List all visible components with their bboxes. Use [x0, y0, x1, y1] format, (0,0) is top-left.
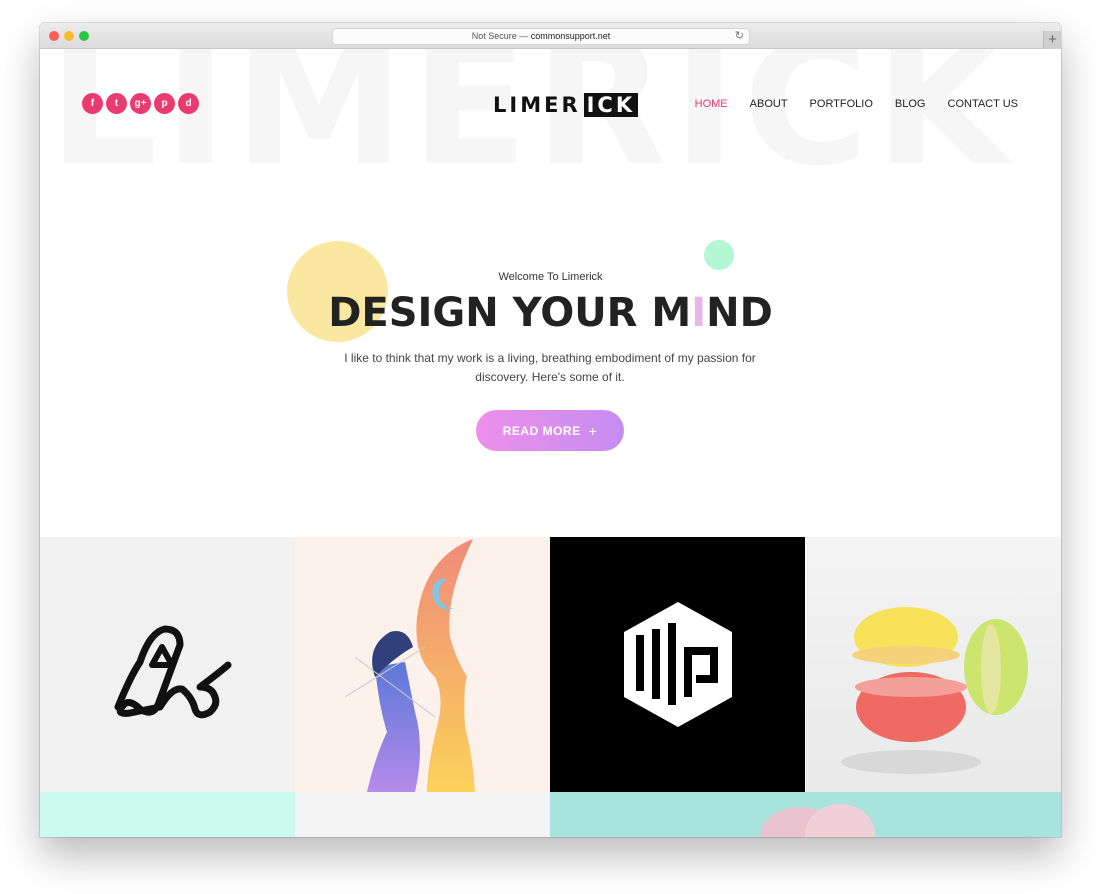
figure-illustration-icon	[344, 539, 475, 792]
headline-part-1: DESIGN YOUR M	[328, 290, 692, 336]
main-nav: HOME ABOUT PORTFOLIO BLOG CONTACT US	[695, 98, 1018, 110]
portfolio-item-teal-partial[interactable]	[550, 792, 1061, 837]
hero-headline: DESIGN YOUR MIND	[40, 290, 1061, 336]
plus-icon: +	[588, 422, 598, 439]
nav-home[interactable]: HOME	[695, 98, 728, 110]
abstract-logo-icon	[114, 625, 232, 719]
nav-portfolio[interactable]: PORTFOLIO	[810, 98, 873, 110]
hero-subtitle: I like to think that my work is a living…	[344, 351, 756, 384]
site-logo[interactable]: LIMER ICK	[493, 93, 639, 117]
google-plus-icon[interactable]: g+	[130, 93, 151, 114]
hero-welcome-text: Welcome To Limerick	[498, 271, 603, 283]
new-tab-button[interactable]: +	[1043, 31, 1061, 49]
headline-part-2: ND	[706, 290, 773, 336]
logo-text-boxed: ICK	[583, 93, 639, 117]
portfolio-item-hex-logo[interactable]	[550, 537, 805, 792]
nav-about[interactable]: ABOUT	[750, 98, 788, 110]
decorative-green-circle	[704, 240, 734, 270]
close-window-button[interactable]	[49, 31, 59, 41]
pinterest-icon[interactable]: p	[154, 93, 175, 114]
social-links: f t g+ p d	[82, 93, 199, 114]
minimize-window-button[interactable]	[64, 31, 74, 41]
browser-window: Not Secure — commonsupport.net ↻ + LIMER…	[40, 23, 1061, 837]
portfolio-item-mint-partial[interactable]	[40, 792, 295, 837]
portfolio-item-gray-partial[interactable]	[295, 792, 550, 837]
portfolio-item-macarons[interactable]	[806, 537, 1061, 792]
hexagon-logo-icon	[624, 602, 732, 727]
portfolio-item-logo-mark[interactable]	[40, 537, 295, 792]
dribbble-icon[interactable]: d	[178, 93, 199, 114]
read-more-label: READ MORE	[502, 423, 581, 438]
web-page: LIMERICK f t g+ p d LIMER ICK HOME ABOUT…	[40, 49, 1061, 837]
logo-text-main: LIMER	[493, 93, 581, 117]
background-watermark-word: LIMERICK	[48, 49, 1015, 204]
portfolio-grid	[40, 537, 1061, 837]
url-domain: commonsupport.net	[530, 31, 611, 41]
facebook-icon[interactable]: f	[82, 93, 103, 114]
browser-titlebar: Not Secure — commonsupport.net ↻ +	[40, 23, 1061, 49]
url-security-label: Not Secure —	[471, 31, 529, 41]
zoom-window-button[interactable]	[79, 31, 89, 41]
reload-icon[interactable]: ↻	[735, 29, 744, 44]
portfolio-item-illustration[interactable]	[295, 537, 550, 792]
nav-contact-us[interactable]: CONTACT US	[948, 98, 1019, 110]
address-bar[interactable]: Not Secure — commonsupport.net ↻	[332, 28, 750, 45]
read-more-button[interactable]: READ MORE +	[476, 410, 624, 451]
nav-blog[interactable]: BLOG	[895, 98, 926, 110]
macarons-photo	[841, 607, 1028, 774]
headline-highlight-letter: I	[691, 290, 707, 336]
twitter-icon[interactable]: t	[106, 93, 127, 114]
